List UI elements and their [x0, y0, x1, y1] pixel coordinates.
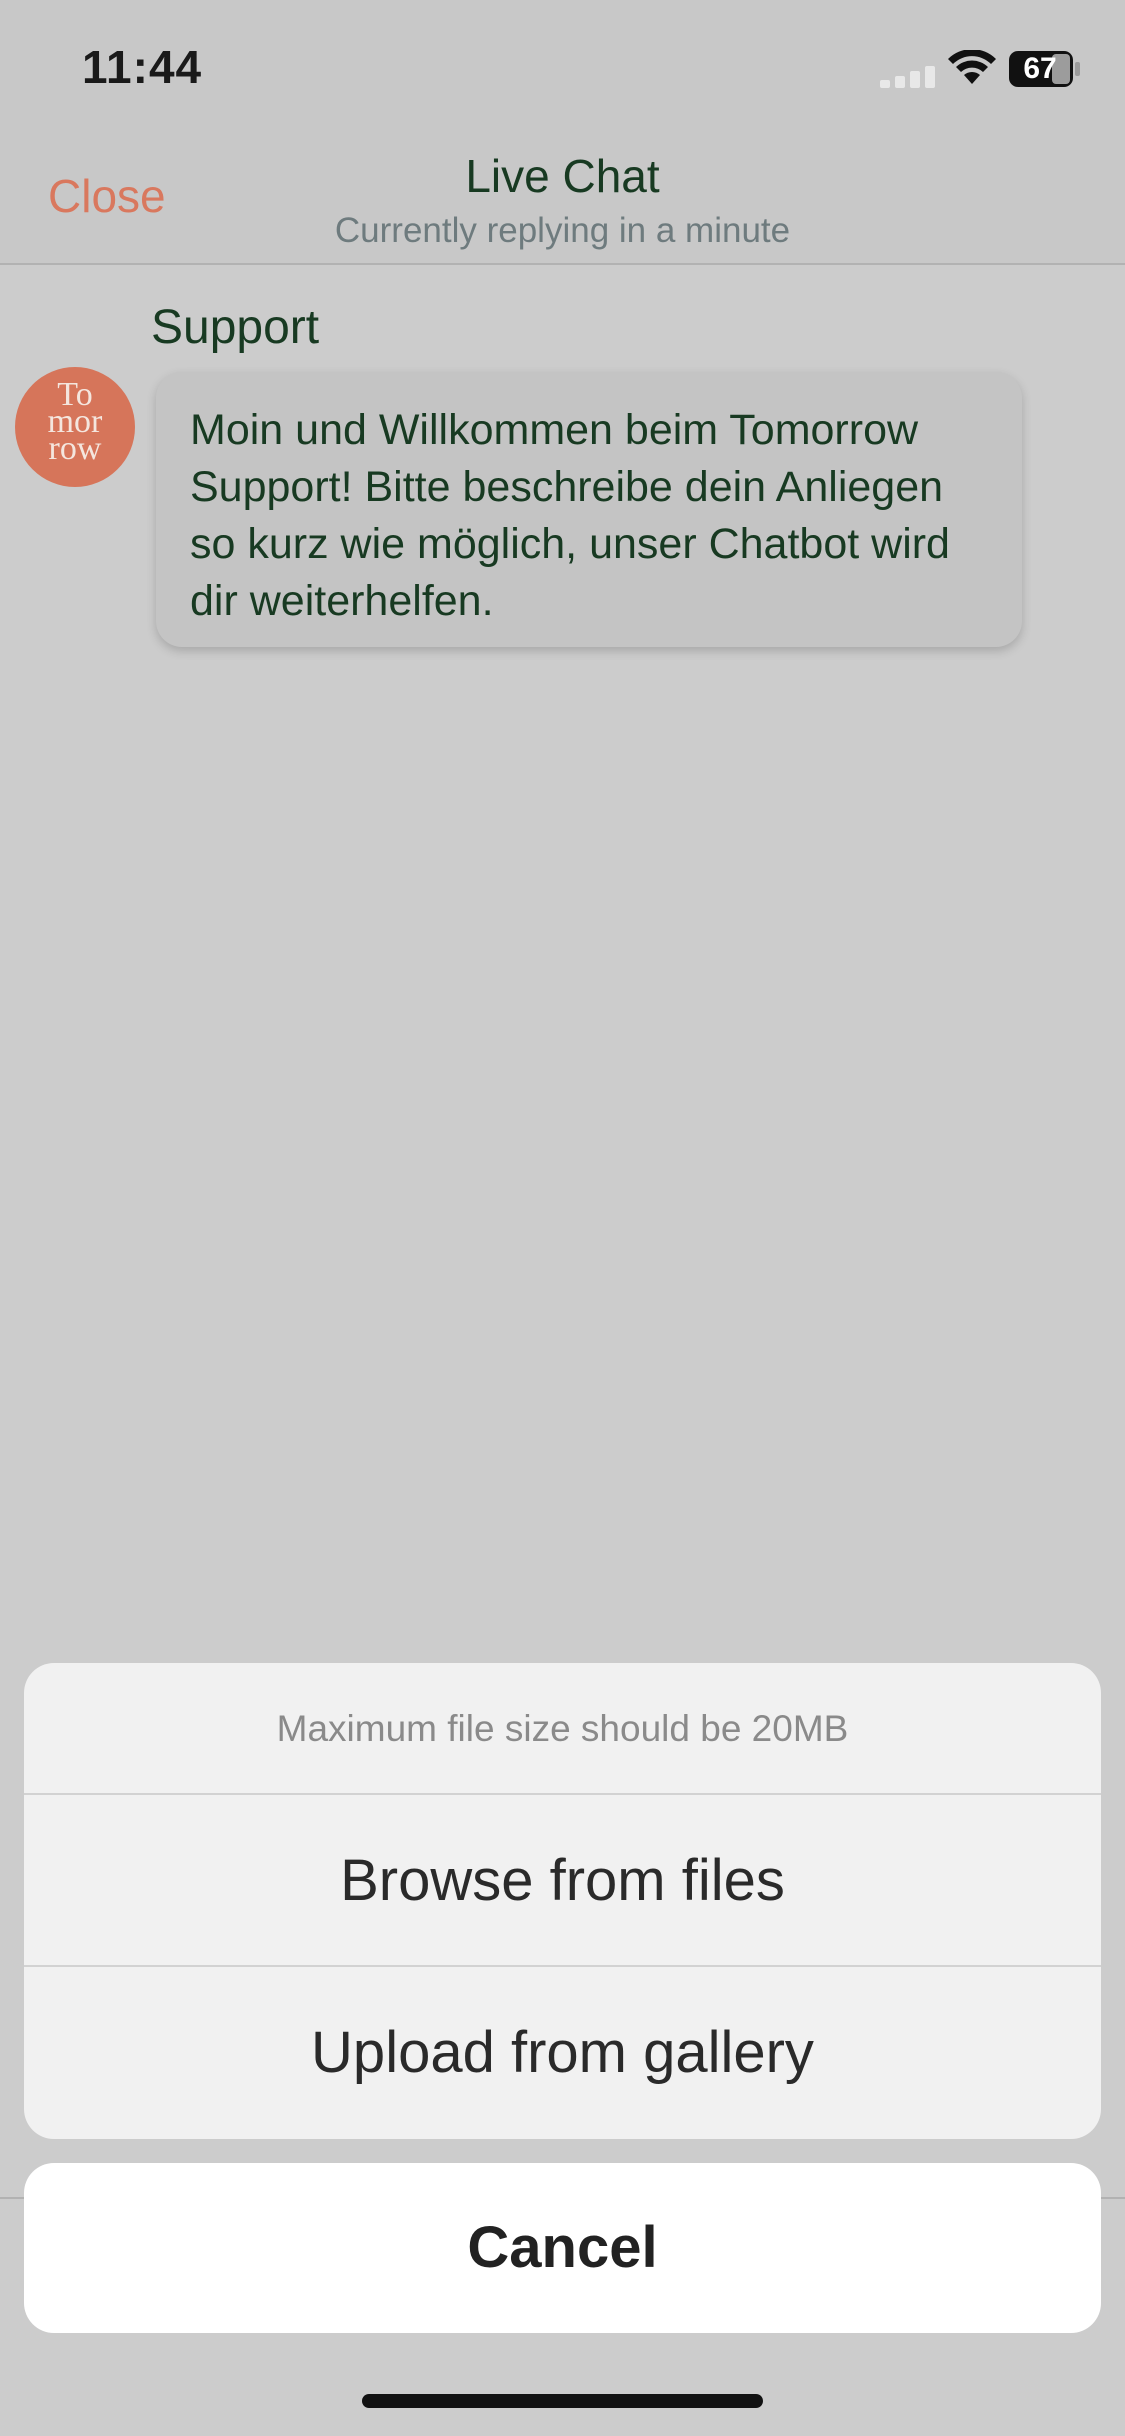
wifi-icon	[948, 50, 996, 84]
status-bar: 11:44 67	[0, 0, 1125, 135]
chat-header: Close Live Chat Currently replying in a …	[0, 135, 1125, 265]
file-size-hint: Maximum file size should be 20MB	[24, 1663, 1101, 1795]
screen: 11:44 67 Close Live Chat Currently reply…	[0, 0, 1125, 2436]
sender-name: Support	[151, 301, 320, 354]
cellular-signal-icon	[880, 66, 935, 88]
status-time: 11:44	[82, 41, 203, 93]
battery-level: 67	[1023, 52, 1057, 85]
home-indicator	[362, 2394, 763, 2408]
cancel-button[interactable]: Cancel	[24, 2163, 1101, 2333]
battery-icon: 67	[1008, 50, 1080, 88]
avatar-logo-text: To mor row	[15, 378, 135, 467]
action-sheet: Maximum file size should be 20MB Browse …	[24, 1663, 1101, 2139]
avatar: To mor row	[15, 367, 135, 487]
upload-gallery-button[interactable]: Upload from gallery	[24, 1967, 1101, 2139]
message-text: Moin und Willkommen beim Tomorrow Suppor…	[190, 406, 950, 625]
avatar-line: row	[48, 430, 102, 467]
browse-files-button[interactable]: Browse from files	[24, 1795, 1101, 1967]
header-subtitle: Currently replying in a minute	[334, 211, 791, 250]
header-title: Live Chat	[465, 150, 660, 202]
message-bubble: Moin und Willkommen beim Tomorrow Suppor…	[156, 372, 1022, 647]
